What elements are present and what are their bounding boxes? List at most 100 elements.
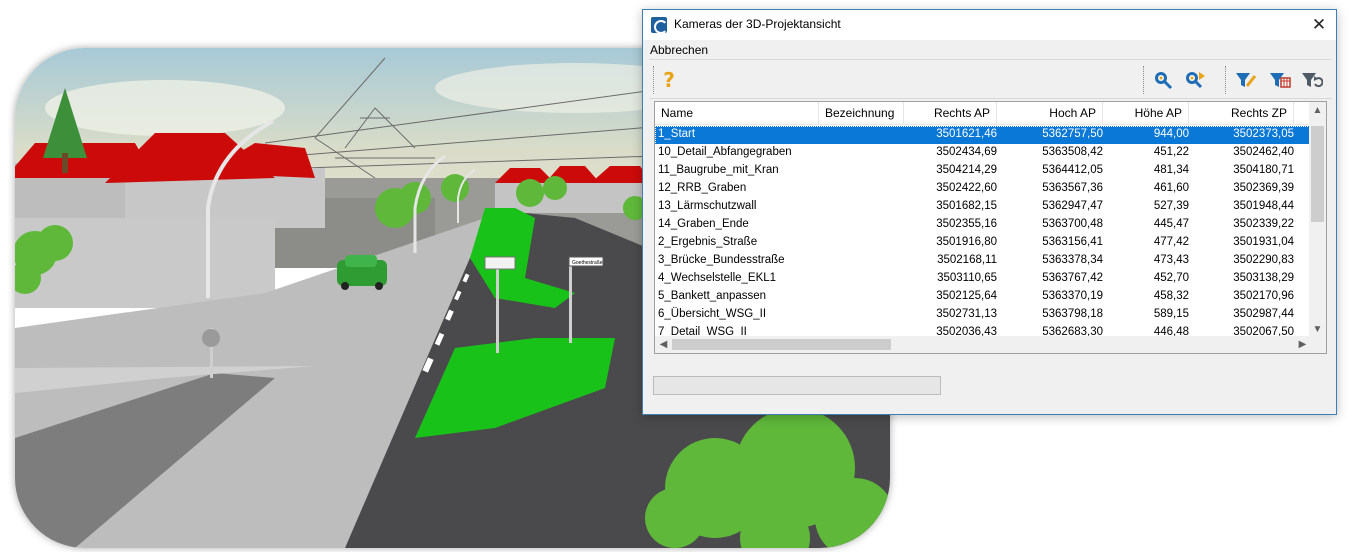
- cell-name: 5_Bankett_anpassen: [658, 290, 767, 302]
- cell-rechts-ap: 3502125,64: [936, 290, 997, 302]
- table-row[interactable]: 14_Graben_Ende 3502355,16 5363700,48 445,47…: [655, 216, 1311, 234]
- cell-hoehe-ap: 451,22: [1153, 146, 1189, 158]
- menu-bar: Abbrechen: [643, 40, 1336, 60]
- cell-hoehe-ap: 461,60: [1153, 182, 1189, 194]
- scroll-left-icon[interactable]: ◀: [655, 336, 672, 353]
- cell-name: 1_Start: [658, 128, 696, 140]
- cell-name: 3_Brücke_Bundesstraße: [658, 254, 785, 266]
- column-header-name[interactable]: Name: [655, 102, 819, 124]
- zoom-next-button[interactable]: [1183, 68, 1207, 92]
- column-header-rechts-ap[interactable]: Rechts AP: [904, 102, 997, 124]
- cell-rechts-ap: 3502434,69: [936, 146, 997, 158]
- zoom-to-icon: [1155, 72, 1173, 90]
- scroll-up-icon[interactable]: ▲: [1309, 102, 1326, 119]
- cell-rechts-ap: 3501621,46: [936, 128, 997, 140]
- cell-name: 12_RRB_Graben: [658, 182, 747, 194]
- camera-table: Name Bezeichnung Rechts AP Hoch AP Höhe …: [654, 101, 1327, 354]
- dialog-title: Kameras der 3D-Projektansicht: [674, 17, 841, 31]
- menu-cancel[interactable]: Abbrechen: [650, 43, 708, 57]
- toolbar-grip[interactable]: [1143, 66, 1144, 94]
- filter-edit-button[interactable]: [1234, 68, 1258, 92]
- cell-name: 11_Baugrube_mit_Kran: [658, 164, 779, 176]
- cell-hoehe-ap: 452,70: [1153, 272, 1189, 284]
- help-button[interactable]: ?: [657, 68, 681, 92]
- vertical-scroll-thumb[interactable]: [1311, 126, 1324, 222]
- table-row[interactable]: 2_Ergebnis_Straße 3501916,80 5363156,41 477…: [655, 234, 1311, 252]
- cell-rechts-zp: 3502339,22: [1233, 218, 1294, 230]
- green-car: [337, 255, 387, 290]
- vertical-scrollbar[interactable]: ▲ ▼: [1309, 102, 1326, 338]
- cell-name: 6_Übersicht_WSG_II: [658, 308, 767, 320]
- cell-hoch-ap: 5364412,05: [1042, 164, 1103, 176]
- cell-hoch-ap: 5362947,47: [1042, 200, 1103, 212]
- cell-hoch-ap: 5363508,42: [1042, 146, 1103, 158]
- cell-rechts-zp: 3502373,05: [1233, 128, 1294, 140]
- filter-edit-icon: [1236, 73, 1257, 87]
- table-header: Name Bezeichnung Rechts AP Hoch AP Höhe …: [655, 102, 1311, 125]
- horizontal-scrollbar[interactable]: ◀ ▶: [655, 336, 1311, 353]
- filter-table-button[interactable]: [1268, 68, 1292, 92]
- table-row[interactable]: 12_RRB_Graben 3502422,60 5363567,36 461,60 3…: [655, 180, 1311, 198]
- column-header-rechts-zp[interactable]: Rechts ZP: [1189, 102, 1294, 124]
- cell-hoehe-ap: 458,32: [1153, 290, 1189, 302]
- filter-reset-icon: [1302, 73, 1323, 88]
- cell-hoehe-ap: 944,00: [1153, 128, 1189, 140]
- table-row[interactable]: 10_Detail_Abfangegraben 3502434,69 5363508…: [655, 144, 1311, 162]
- cell-hoehe-ap: 473,43: [1153, 254, 1189, 266]
- cell-rechts-zp: 3502170,96: [1233, 290, 1294, 302]
- filter-table-icon: [1270, 73, 1291, 88]
- cell-name: 2_Ergebnis_Straße: [658, 236, 758, 248]
- scrollbar-corner: [1309, 336, 1326, 353]
- cell-rechts-ap: 3502355,16: [936, 218, 997, 230]
- table-row[interactable]: 13_Lärmschutzwall 3501682,15 5362947,47 527…: [655, 198, 1311, 216]
- cell-rechts-zp: 3503138,29: [1233, 272, 1294, 284]
- toolbar-grip[interactable]: [653, 66, 654, 94]
- column-header-bezeichnung[interactable]: Bezeichnung: [819, 102, 904, 124]
- cell-hoch-ap: 5363798,18: [1042, 308, 1103, 320]
- table-row[interactable]: 11_Baugrube_mit_Kran 3504214,29 5364412,05…: [655, 162, 1311, 180]
- cell-hoehe-ap: 445,47: [1153, 218, 1189, 230]
- cell-name: 10_Detail_Abfangegraben: [658, 146, 792, 158]
- cell-hoehe-ap: 477,42: [1153, 236, 1189, 248]
- cell-name: 13_Lärmschutzwall: [658, 200, 757, 212]
- cell-hoch-ap: 5363156,41: [1042, 236, 1103, 248]
- cell-hoch-ap: 5363700,48: [1042, 218, 1103, 230]
- table-row[interactable]: 1_Start 3501621,46 5362757,50 944,00 3502373…: [655, 126, 1311, 145]
- progress-bar: [653, 376, 941, 395]
- title-bar: Kameras der 3D-Projektansicht ✕: [643, 10, 1336, 40]
- cell-hoehe-ap: 589,15: [1153, 308, 1189, 320]
- close-button[interactable]: ✕: [1302, 10, 1336, 40]
- cell-rechts-zp: 3501948,44: [1233, 200, 1294, 212]
- cell-rechts-zp: 3502462,40: [1233, 146, 1294, 158]
- cell-rechts-ap: 3503110,65: [937, 272, 997, 284]
- horizontal-scroll-thumb[interactable]: [672, 339, 891, 350]
- cell-name: 4_Wechselstelle_EKL1: [658, 272, 777, 284]
- app-icon: [651, 17, 668, 34]
- table-row[interactable]: 6_Übersicht_WSG_II 3502731,13 5363798,18 58…: [655, 306, 1311, 324]
- cell-hoch-ap: 5363370,19: [1042, 290, 1103, 302]
- cell-rechts-zp: 3502987,44: [1233, 308, 1294, 320]
- cell-hoch-ap: 5363767,42: [1042, 272, 1103, 284]
- cell-hoch-ap: 5362757,50: [1042, 128, 1103, 140]
- toolbar-grip[interactable]: [1225, 66, 1226, 94]
- cell-rechts-zp: 3502369,39: [1233, 182, 1294, 194]
- table-row[interactable]: 5_Bankett_anpassen 3502125,64 5363370,19 45…: [655, 288, 1311, 306]
- cell-rechts-ap: 3502731,13: [936, 308, 997, 320]
- help-icon: ?: [663, 68, 675, 92]
- zoom-to-camera-button[interactable]: [1151, 68, 1175, 92]
- cell-rechts-ap: 3504214,29: [936, 164, 997, 176]
- column-header-hoch-ap[interactable]: Hoch AP: [997, 102, 1103, 124]
- table-row[interactable]: 3_Brücke_Bundesstraße 3502168,11 5363378,3…: [655, 252, 1311, 270]
- cell-name: 14_Graben_Ende: [658, 218, 749, 230]
- houses-left: [15, 133, 325, 308]
- column-header-hoehe-ap[interactable]: Höhe AP: [1103, 102, 1189, 124]
- filter-reset-button[interactable]: [1300, 68, 1324, 92]
- table-body: 1_Start 3501621,46 5362757,50 944,00 3502373…: [655, 126, 1311, 338]
- table-row[interactable]: 4_Wechselstelle_EKL1 3503110,65 5363767,42…: [655, 270, 1311, 288]
- cell-hoehe-ap: 481,34: [1153, 164, 1189, 176]
- cell-hoch-ap: 5363378,34: [1042, 254, 1103, 266]
- cell-hoehe-ap: 527,39: [1153, 200, 1189, 212]
- toolbar: ?: [649, 59, 1332, 99]
- cell-rechts-zp: 3502290,83: [1233, 254, 1294, 266]
- cell-hoch-ap: 5363567,36: [1042, 182, 1103, 194]
